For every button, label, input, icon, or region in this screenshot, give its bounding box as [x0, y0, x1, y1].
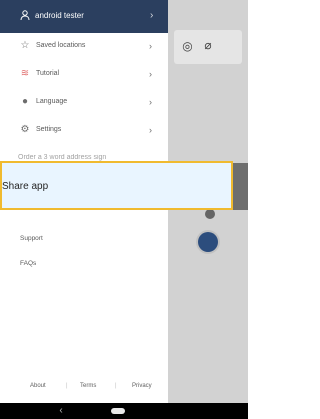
menu-item-label: Saved locations — [36, 42, 86, 49]
share-app-label: Share app — [2, 181, 49, 192]
share-app-item[interactable]: Share app — [0, 161, 233, 210]
locate-button — [198, 232, 218, 252]
camera-icon: ◎ — [182, 39, 193, 53]
microphone-icon: ⌀ — [204, 38, 212, 52]
footer-terms-link[interactable]: Terms — [80, 380, 96, 392]
back-icon[interactable]: ‹ — [56, 405, 66, 417]
map-marker-icon — [205, 209, 215, 219]
star-outline-icon: ☆ — [20, 40, 30, 51]
chevron-right-icon: › — [149, 69, 152, 79]
menu-item-saved-locations[interactable]: ☆ Saved locations › — [0, 33, 168, 61]
gear-icon: ⚙ — [20, 124, 30, 135]
footer-separator: | — [115, 383, 117, 389]
chevron-right-icon: › — [149, 41, 152, 51]
chevron-right-icon: › — [149, 125, 152, 135]
footer-privacy-link[interactable]: Privacy — [132, 380, 152, 392]
tutorial-icon: ≋ — [20, 68, 30, 79]
menu-item-settings[interactable]: ⚙ Settings › — [0, 117, 168, 145]
home-pill-icon[interactable] — [111, 408, 125, 414]
menu-item-label: Tutorial — [36, 70, 60, 77]
android-nav-bar: ‹ — [0, 403, 248, 419]
footer-separator: | — [66, 383, 68, 389]
screen: ◎ ⌀ android tester › ☆ Saved locations ›… — [0, 0, 248, 419]
menu-item-faqs[interactable]: FAQs — [20, 258, 36, 270]
menu-item-support[interactable]: Support — [20, 233, 43, 245]
chevron-right-icon: › — [150, 10, 154, 21]
footer-about-link[interactable]: About — [30, 380, 46, 392]
drawer-header[interactable]: android tester › — [0, 0, 168, 33]
user-icon — [20, 10, 30, 21]
chevron-right-icon: › — [149, 97, 152, 107]
menu-item-tutorial[interactable]: ≋ Tutorial › — [0, 61, 168, 89]
footer-links: About | Terms | Privacy — [0, 380, 168, 392]
user-name: android tester — [35, 11, 84, 20]
menu-item-label: Language — [36, 98, 68, 105]
menu-item-language[interactable]: ● Language › — [0, 89, 168, 117]
language-icon: ● — [21, 96, 29, 107]
menu-item-label: Settings — [36, 126, 62, 133]
